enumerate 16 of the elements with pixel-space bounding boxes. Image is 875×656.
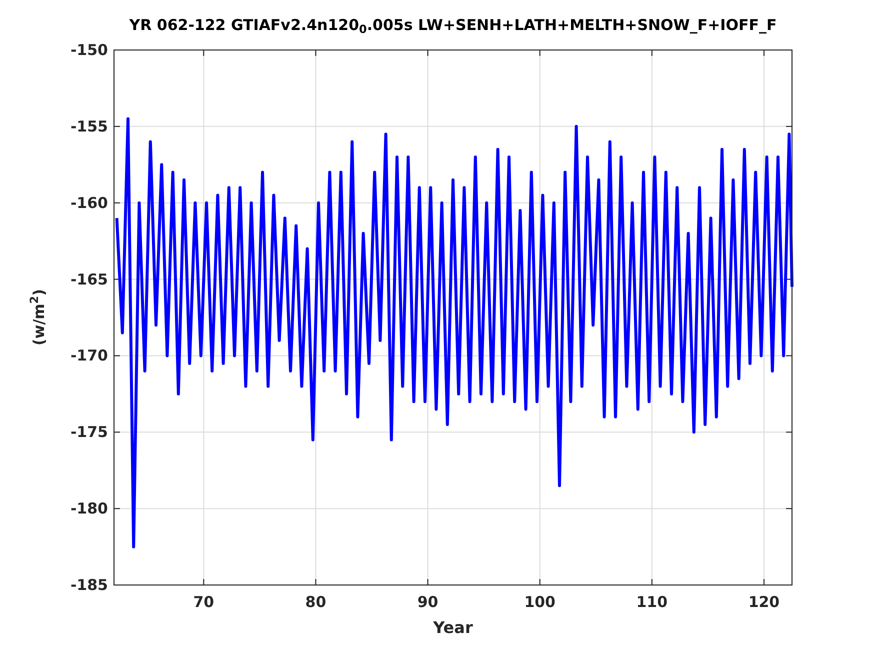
y-tick-label: -155 xyxy=(70,117,108,136)
x-tick-label: 70 xyxy=(193,593,214,611)
x-tick-label: 100 xyxy=(524,593,556,611)
y-tick-label: -150 xyxy=(70,41,108,59)
x-tick-label: 110 xyxy=(636,593,668,611)
y-tick-label: -185 xyxy=(70,576,108,594)
y-tick-label: -160 xyxy=(70,194,108,212)
x-tick-label: 90 xyxy=(417,593,438,611)
y-tick-label: -165 xyxy=(70,270,108,288)
y-tick-label: -180 xyxy=(70,500,108,518)
y-tick-label: -170 xyxy=(70,346,108,365)
x-tick-label: 120 xyxy=(748,593,780,611)
x-tick-label: 80 xyxy=(305,593,326,611)
chart-title: YR 062-122 GTIAFv2.4n120$_{0}$.005s LW+SENH+LATH+MELTH+SNOW_F+IOFF_F xyxy=(128,18,778,33)
y-tick-label: -175 xyxy=(70,423,108,442)
x-axis-label: Year xyxy=(433,618,473,637)
